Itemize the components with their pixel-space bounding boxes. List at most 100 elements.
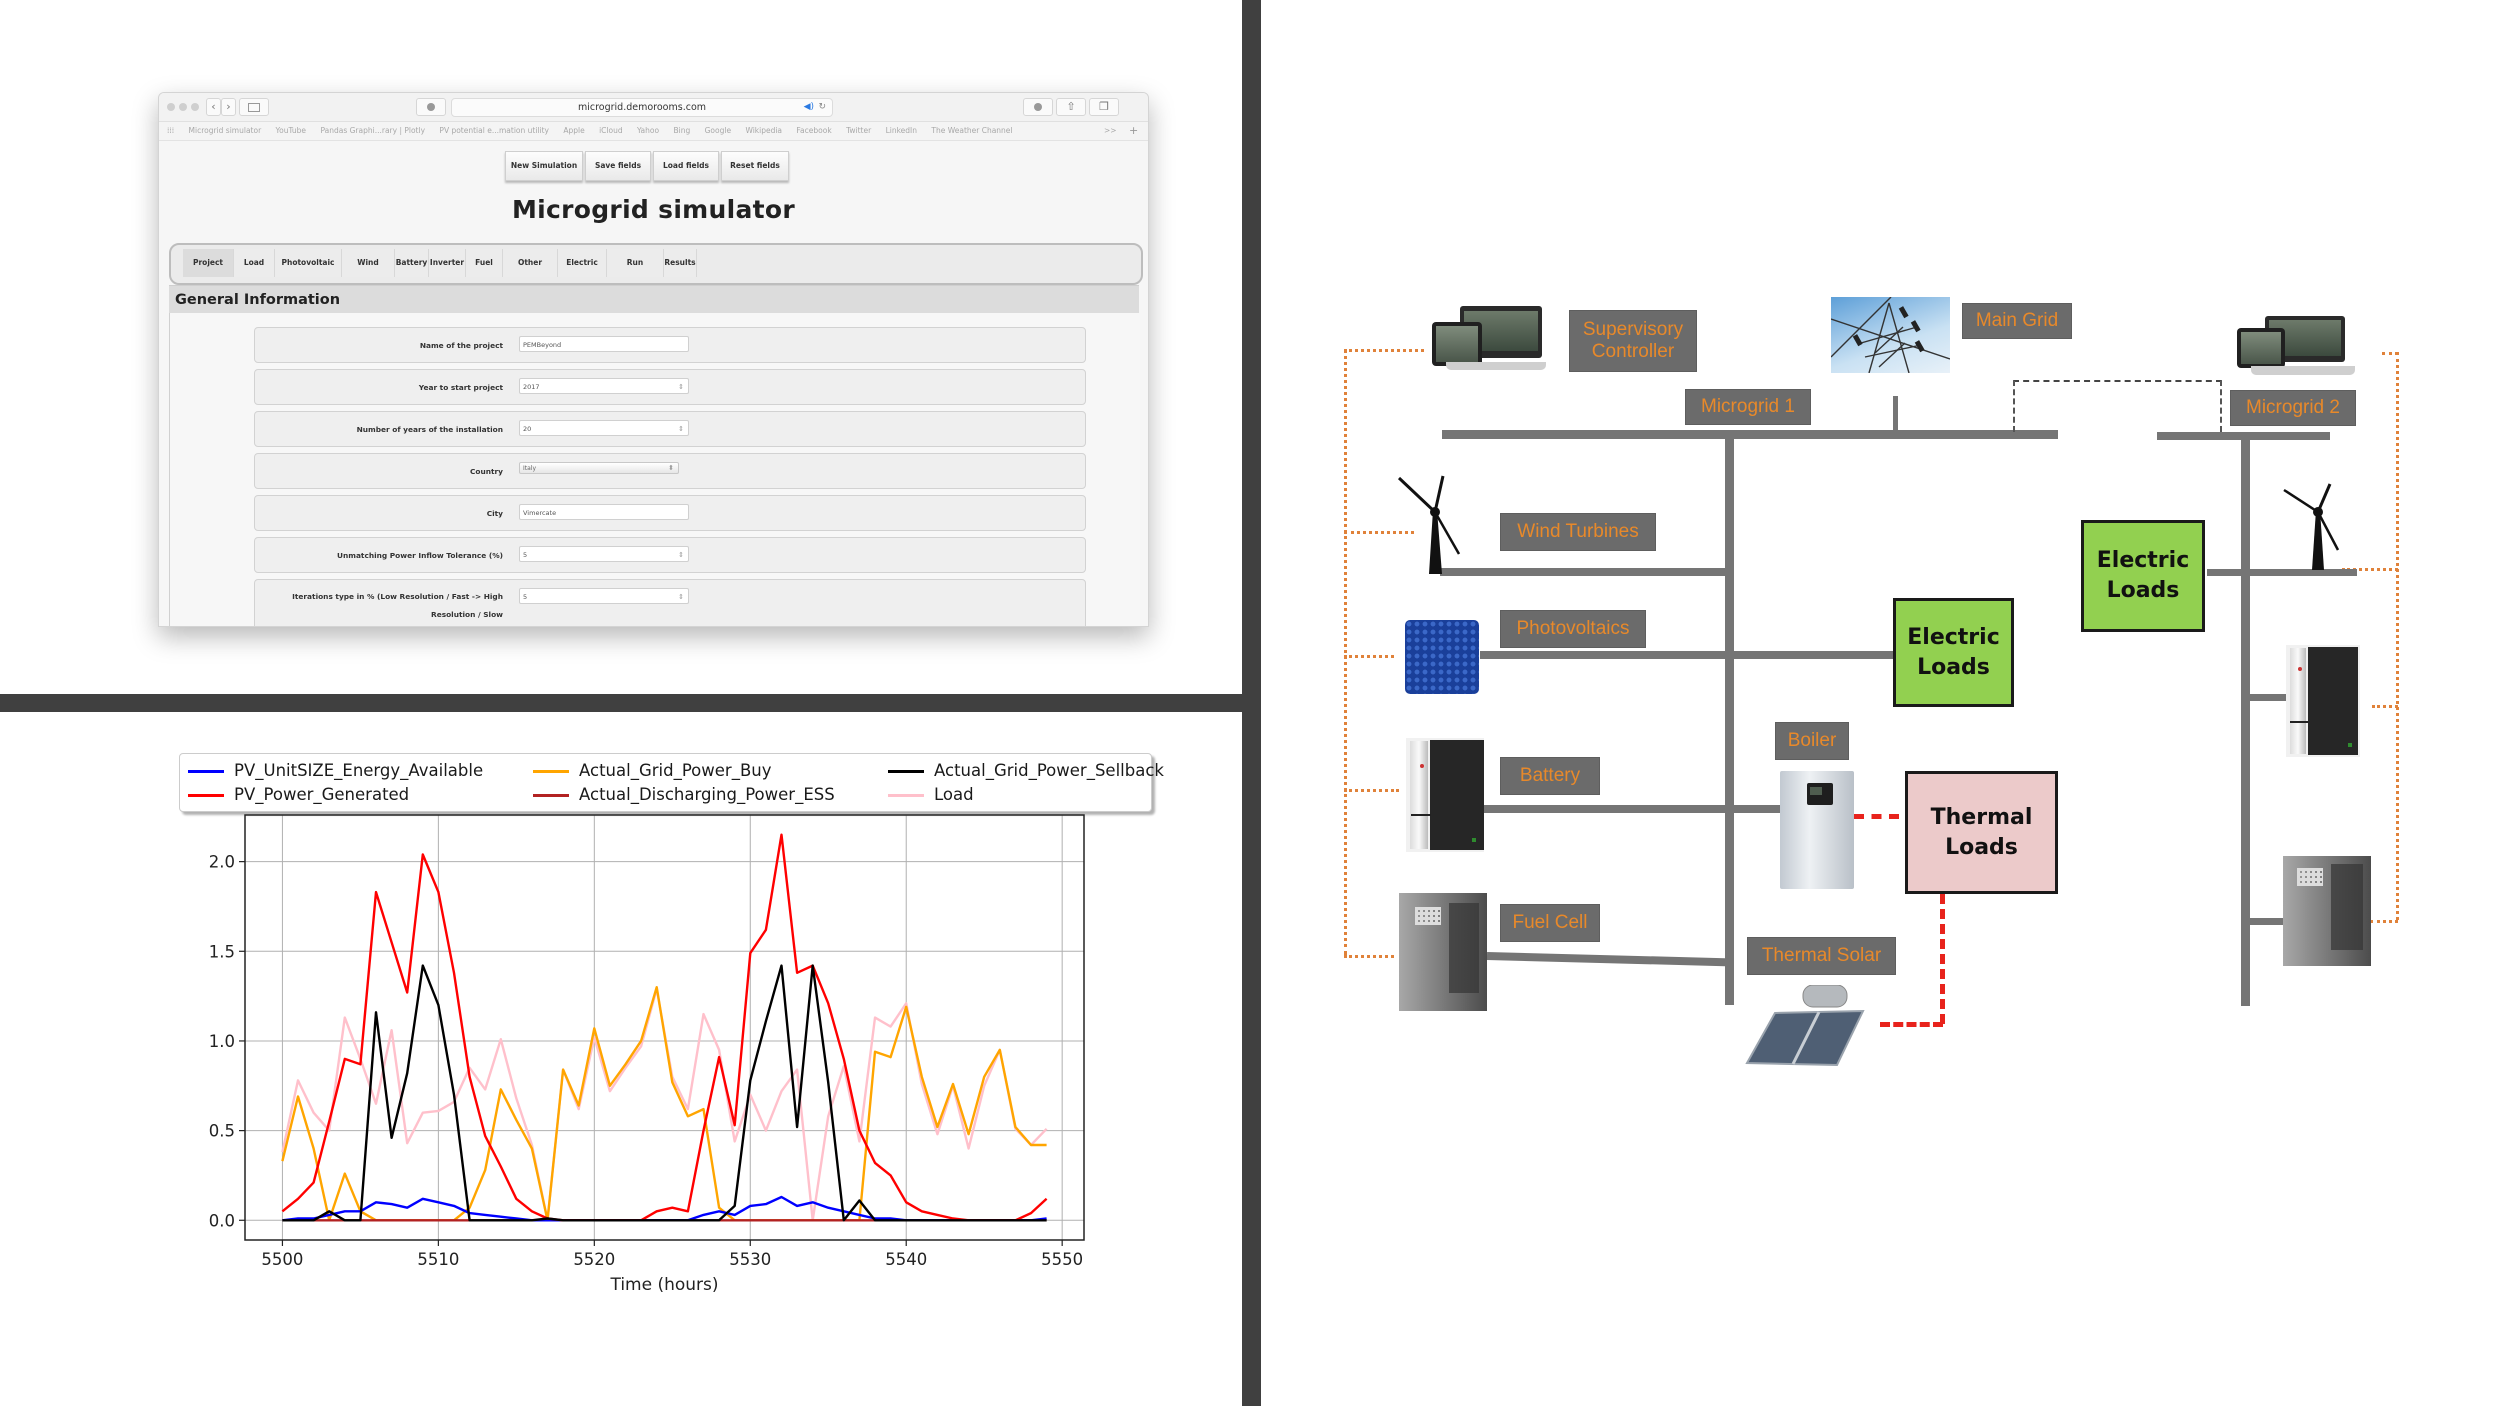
wind-turbine-icon <box>1397 475 1461 574</box>
control-link <box>1344 789 1399 792</box>
electric-loads-box: Electric Loads <box>1893 598 2014 707</box>
tab-other-genset[interactable]: Other Genset <box>503 249 558 295</box>
tab-wind-turbine[interactable]: Wind Turbine <box>342 249 395 295</box>
app-title: Microgrid simulator <box>511 195 796 224</box>
y-tick-label: 1.5 <box>209 942 235 961</box>
form-row-iterations: Iterations type in % (Low Resolution / F… <box>254 579 1086 626</box>
fuel-cell-label: Fuel Cell <box>1500 904 1600 942</box>
series-line-actual-grid-power-buy <box>281 986 1047 1222</box>
spinner-icon[interactable]: ⇕ <box>678 547 684 563</box>
bookmark-item[interactable]: PV potential e...mation utility <box>439 126 549 135</box>
circle-icon <box>1034 103 1042 111</box>
privacy-button[interactable] <box>416 98 446 116</box>
sidebar-toggle-button[interactable] <box>239 98 269 116</box>
bookmark-item[interactable]: Wikipedia <box>745 126 782 135</box>
new-tab-button[interactable]: + <box>1129 122 1138 140</box>
mg2-wind-load-feeder <box>2207 569 2357 576</box>
reload-icon[interactable]: ↻ <box>818 99 826 116</box>
bookmarks-overflow-button[interactable]: >> <box>1104 122 1117 140</box>
battery-label: Battery <box>1500 757 1600 795</box>
tab-project-data[interactable]: Project Data <box>183 249 234 295</box>
spinner-icon[interactable]: ⇕ <box>678 421 684 437</box>
fuel-cell-icon-2 <box>2283 856 2371 966</box>
years-installation-input[interactable]: 20 ⇕ <box>519 420 689 436</box>
mg2-battery-feeder <box>2245 694 2287 701</box>
microgrid1-label: Microgrid 1 <box>1685 389 1811 425</box>
control-link <box>2372 705 2398 708</box>
x-tick-label: 5550 <box>1041 1250 1083 1269</box>
form-row-project-name: Name of the project PEMBeyond <box>254 327 1086 363</box>
main-grid-feeder <box>1893 396 1898 432</box>
form-row-city: City Vimercate <box>254 495 1086 531</box>
tab-inverter[interactable]: Inverter <box>429 249 466 277</box>
field-label-line2: Resolution / Slow <box>431 610 503 619</box>
tab-fuel-cell[interactable]: Fuel Cell <box>466 249 503 295</box>
start-year-input[interactable]: 2017 ⇕ <box>519 378 689 394</box>
bookmark-item[interactable]: Twitter <box>846 126 871 135</box>
grid-interconnect-link <box>2013 380 2222 432</box>
tab-electric-grid[interactable]: Electric Grid <box>558 249 607 295</box>
tab-photovoltaic-panel[interactable]: Photovoltaic Panel <box>275 249 342 295</box>
field-label: Number of years of the installation <box>356 425 503 434</box>
tabs-overview-button[interactable]: ❐ <box>1089 98 1119 116</box>
tab-bar: Project Data Load Profile Photovoltaic P… <box>169 243 1143 295</box>
city-input[interactable]: Vimercate <box>519 504 689 520</box>
bookmark-item[interactable]: LinkedIn <box>886 126 917 135</box>
address-bar[interactable]: microgrid.demorooms.com ◀) ↻ <box>451 98 833 117</box>
fuel-cell-feeder <box>1486 952 1731 967</box>
load-fields-button[interactable]: Load fields <box>653 151 719 181</box>
select-arrows-icon: ⬍ <box>668 464 674 472</box>
spinner-icon[interactable]: ⇕ <box>678 589 684 605</box>
bookmark-item[interactable]: Yahoo <box>637 126 659 135</box>
save-fields-button[interactable]: Save fields <box>585 151 651 181</box>
bookmark-item[interactable]: Apple <box>563 126 584 135</box>
extensions-button[interactable] <box>1023 98 1053 116</box>
thermal-solar-link <box>1940 894 1945 1024</box>
thermal-loads-box: Thermal Loads <box>1905 771 2058 894</box>
field-label: Iterations type in % (Low Resolution / F… <box>292 592 503 601</box>
bookmark-item[interactable]: Bing <box>673 126 690 135</box>
share-button[interactable]: ⇧ <box>1056 98 1086 116</box>
y-tick-label: 1.0 <box>209 1032 235 1051</box>
back-button[interactable]: ‹ <box>206 98 221 116</box>
tabs-icon: ❐ <box>1099 100 1109 113</box>
forward-button[interactable]: › <box>221 98 236 116</box>
country-select[interactable]: Italy ⬍ <box>519 462 679 474</box>
power-tolerance-input[interactable]: 5 ⇕ <box>519 546 689 562</box>
bookmark-item[interactable]: Google <box>705 126 731 135</box>
tab-battery[interactable]: Battery <box>395 249 429 277</box>
field-label: Country <box>469 467 503 476</box>
vertical-divider <box>1242 0 1261 1406</box>
audio-icon[interactable]: ◀) <box>804 99 814 116</box>
series-line-load <box>281 987 1048 1222</box>
reset-fields-button[interactable]: Reset fields <box>721 151 789 181</box>
form-row-country: Country Italy ⬍ <box>254 453 1086 489</box>
tab-load-profile[interactable]: Load Profile <box>234 249 275 295</box>
bookmark-item[interactable]: Facebook <box>796 126 831 135</box>
bookmark-item[interactable]: The Weather Channel <box>931 126 1012 135</box>
spinner-icon[interactable]: ⇕ <box>678 379 684 395</box>
control-link <box>1344 955 1394 958</box>
window-close-button[interactable] <box>167 103 175 111</box>
browser-window: ‹ › microgrid.demorooms.com ◀) ↻ ⇧ ❐ ⁞⁞⁞… <box>158 92 1149 627</box>
shield-icon <box>427 103 435 111</box>
microgrid-diagram: Supervisory Controller Main Grid Microgri… <box>1262 0 2500 1406</box>
bookmark-item[interactable]: iCloud <box>599 126 623 135</box>
horizontal-divider <box>0 694 1243 712</box>
grid-icon[interactable]: ⁞⁞⁞ <box>167 126 174 135</box>
project-name-input[interactable]: PEMBeyond <box>519 336 689 352</box>
wind-turbine-icon-2 <box>2283 483 2340 570</box>
iterations-input[interactable]: 5 ⇕ <box>519 588 689 604</box>
bookmark-item[interactable]: Microgrid simulator <box>189 126 262 135</box>
tab-run-simulation[interactable]: Run Simulation <box>607 249 664 295</box>
x-tick-label: 5510 <box>417 1250 459 1269</box>
bookmark-item[interactable]: YouTube <box>276 126 307 135</box>
main-grid-pylon-icon <box>1830 296 1951 374</box>
new-simulation-button[interactable]: New Simulation <box>505 151 583 181</box>
start-year-value: 2017 <box>523 383 540 391</box>
bookmark-item[interactable]: Pandas Graphi...rary | Plotly <box>320 126 425 135</box>
window-maximize-button[interactable] <box>191 103 199 111</box>
tab-results[interactable]: Results <box>664 249 697 277</box>
window-minimize-button[interactable] <box>179 103 187 111</box>
chevron-right-icon: › <box>226 100 231 113</box>
